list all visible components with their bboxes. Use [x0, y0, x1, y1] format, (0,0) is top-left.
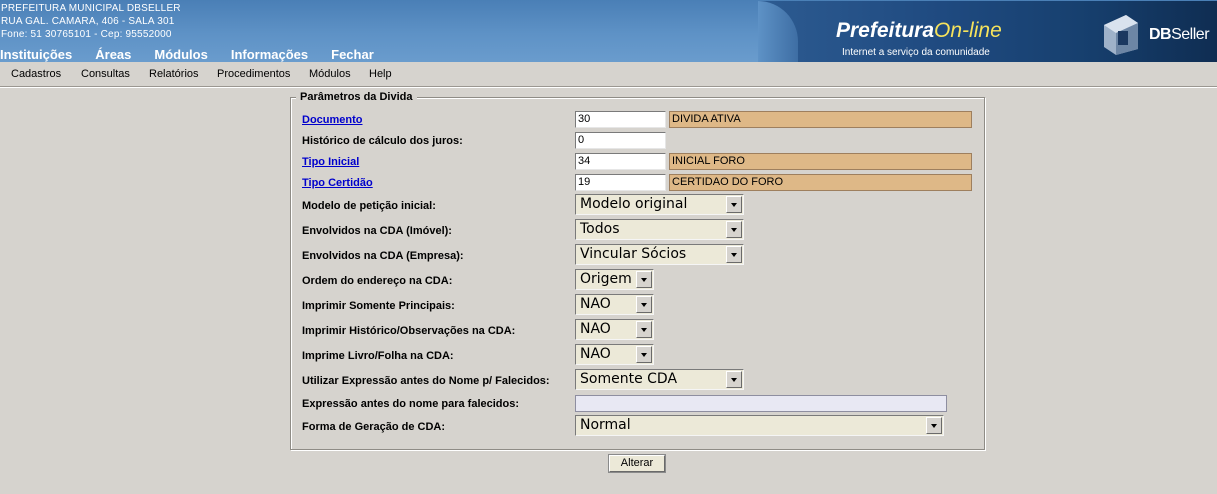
org-name: PREFEITURA MUNICIPAL DBSELLER	[1, 3, 181, 14]
chevron-down-icon[interactable]	[726, 221, 742, 238]
brand-banner: PrefeituraOn-line Internet a serviço da …	[758, 1, 1217, 62]
tipo-certidao-code-input[interactable]: 19	[575, 174, 666, 191]
dbseller-logo-text: DBSeller	[1149, 26, 1210, 44]
menubar-consultas[interactable]: Consultas	[81, 68, 130, 80]
tipo-inicial-code-input[interactable]: 34	[575, 153, 666, 170]
forma-geracao-value: Normal	[580, 417, 631, 433]
logo-light: Seller	[1171, 26, 1210, 43]
imprimir-historico-label: Imprimir Histórico/Observações na CDA:	[302, 325, 516, 337]
envolvidos-empresa-label: Envolvidos na CDA (Empresa):	[302, 250, 464, 262]
banner-curve	[758, 1, 798, 62]
fieldset-legend: Parâmetros da Divida	[296, 91, 417, 103]
menubar-procedimentos[interactable]: Procedimentos	[217, 68, 290, 80]
chevron-down-icon[interactable]	[636, 346, 652, 363]
menubar-relatorios[interactable]: Relatórios	[149, 68, 199, 80]
utilizar-expressao-value: Somente CDA	[580, 371, 678, 387]
logo-bold: DB	[1149, 26, 1172, 43]
menubar-modulos[interactable]: Módulos	[309, 68, 351, 80]
imprime-livro-value: NAO	[580, 346, 611, 362]
menu-informacoes[interactable]: Informações	[231, 47, 308, 62]
ordem-endereco-select[interactable]: Origem	[575, 269, 654, 290]
tipo-certidao-desc-field: CERTIDAO DO FORO	[669, 174, 972, 191]
chevron-down-icon[interactable]	[636, 296, 652, 313]
chevron-down-icon[interactable]	[636, 271, 652, 288]
imprimir-principais-label: Imprimir Somente Principais:	[302, 300, 455, 312]
envolvidos-imovel-select[interactable]: Todos	[575, 219, 744, 240]
org-contact: Fone: 51 30765101 - Cep: 95552000	[1, 29, 172, 40]
menu-instituicoes[interactable]: Instituições	[0, 47, 72, 62]
modelo-peticao-label: Modelo de petição inicial:	[302, 200, 436, 212]
ordem-endereco-label: Ordem do endereço na CDA:	[302, 275, 453, 287]
chevron-down-icon[interactable]	[726, 196, 742, 213]
documento-link[interactable]: Documento	[302, 114, 363, 126]
utilizar-expressao-select[interactable]: Somente CDA	[575, 369, 744, 390]
menu-areas[interactable]: Áreas	[95, 47, 131, 62]
imprime-livro-select[interactable]: NAO	[575, 344, 654, 365]
expressao-falecidos-label: Expressão antes do nome para falecidos:	[302, 398, 520, 410]
tipo-certidao-link[interactable]: Tipo Certidão	[302, 177, 373, 189]
imprimir-historico-select[interactable]: NAO	[575, 319, 654, 340]
historico-label: Histórico de cálculo dos juros:	[302, 135, 463, 147]
chevron-down-icon[interactable]	[636, 321, 652, 338]
menubar-cadastros[interactable]: Cadastros	[11, 68, 61, 80]
app-header: PREFEITURA MUNICIPAL DBSELLER RUA GAL. C…	[0, 0, 1217, 62]
modelo-peticao-value: Modelo original	[580, 196, 688, 212]
menu-modulos[interactable]: Módulos	[154, 47, 207, 62]
chevron-down-icon[interactable]	[926, 417, 942, 434]
envolvidos-imovel-value: Todos	[580, 221, 620, 237]
menubar-help[interactable]: Help	[369, 68, 392, 80]
org-address: RUA GAL. CAMARA, 406 - SALA 301	[1, 16, 175, 27]
documento-code-input[interactable]: 30	[575, 111, 666, 128]
modelo-peticao-select[interactable]: Modelo original	[575, 194, 744, 215]
brand-tagline: Internet a serviço da comunidade	[842, 47, 990, 58]
alterar-button[interactable]: Alterar	[608, 454, 666, 473]
envolvidos-empresa-value: Vincular Sócios	[580, 246, 687, 262]
tipo-inicial-link[interactable]: Tipo Inicial	[302, 156, 359, 168]
ordem-endereco-value: Origem	[580, 271, 632, 287]
documento-desc-field: DIVIDA ATIVA	[669, 111, 972, 128]
tipo-inicial-desc-field: INICIAL FORO	[669, 153, 972, 170]
envolvidos-empresa-select[interactable]: Vincular Sócios	[575, 244, 744, 265]
historico-input[interactable]: 0	[575, 132, 666, 149]
brand-title: PrefeituraOn-line	[836, 19, 1002, 43]
brand-title-main: Prefeitura	[836, 19, 935, 42]
imprime-livro-label: Imprime Livro/Folha na CDA:	[302, 350, 454, 362]
chevron-down-icon[interactable]	[726, 246, 742, 263]
forma-geracao-label: Forma de Geração de CDA:	[302, 421, 446, 433]
utilizar-expressao-label: Utilizar Expressão antes do Nome p/ Fale…	[302, 375, 550, 387]
brand-title-accent: On-line	[934, 19, 1002, 42]
main-menu: Instituições Áreas Módulos Informações F…	[0, 47, 397, 62]
menu-fechar[interactable]: Fechar	[331, 47, 374, 62]
dbseller-logo-icon	[1104, 15, 1138, 55]
chevron-down-icon[interactable]	[726, 371, 742, 388]
imprimir-principais-select[interactable]: NAO	[575, 294, 654, 315]
envolvidos-imovel-label: Envolvidos na CDA (Imóvel):	[302, 225, 452, 237]
forma-geracao-select[interactable]: Normal	[575, 415, 944, 436]
expressao-falecidos-input[interactable]	[575, 395, 947, 412]
imprimir-historico-value: NAO	[580, 321, 611, 337]
imprimir-principais-value: NAO	[580, 296, 611, 312]
menu-bar: Cadastros Consultas Relatórios Procedime…	[0, 62, 1217, 87]
